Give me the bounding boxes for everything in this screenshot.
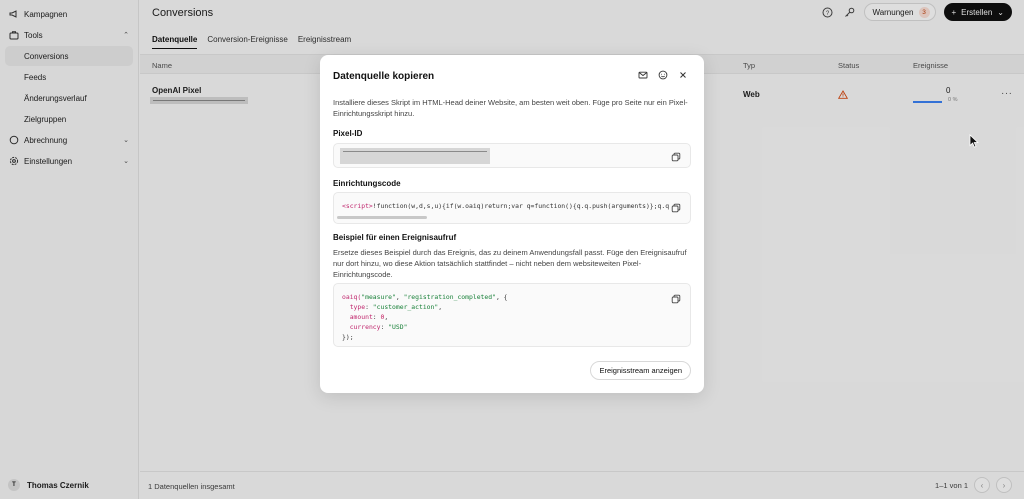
setup-code-field: <script>!function(w,d,s,u){if(w.oaiq)ret… [333, 192, 691, 224]
copy-icon[interactable] [671, 294, 681, 304]
example-label: Beispiel für einen Ereignisaufruf [333, 233, 457, 242]
close-icon[interactable] [678, 70, 688, 82]
redacted-pixel-id [340, 148, 490, 164]
example-code: oaiq("measure", "registration_completed"… [342, 293, 508, 341]
setup-code-label: Einrichtungscode [333, 179, 401, 188]
horizontal-scrollbar[interactable] [337, 216, 427, 219]
pixel-id-field [333, 143, 691, 168]
example-description: Ersetze dieses Beispiel durch das Ereign… [333, 248, 687, 279]
smiley-feedback-icon[interactable] [658, 70, 668, 82]
copy-icon[interactable] [671, 203, 681, 213]
example-code-field: oaiq("measure", "registration_completed"… [333, 283, 691, 347]
dialog-description: Installiere dieses Skript im HTML-Head d… [333, 98, 688, 118]
pixel-id-label: Pixel-ID [333, 129, 363, 138]
copy-icon[interactable] [671, 152, 681, 162]
mouse-cursor-icon [969, 134, 979, 150]
show-event-stream-button[interactable]: Ereignisstream anzeigen [590, 361, 691, 380]
setup-code: <script>!function(w,d,s,u){if(w.oaiq)ret… [342, 202, 670, 210]
dialog-title: Datenquelle kopieren [333, 71, 435, 82]
copy-data-source-dialog: Datenquelle kopieren Installiere dieses … [320, 55, 704, 393]
mail-icon[interactable] [638, 70, 648, 82]
